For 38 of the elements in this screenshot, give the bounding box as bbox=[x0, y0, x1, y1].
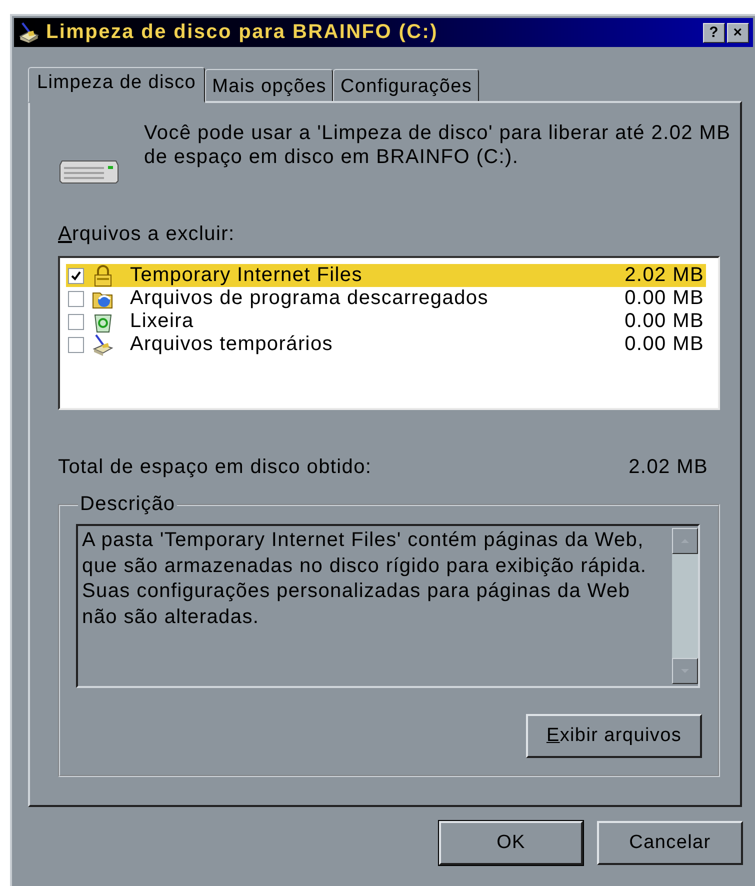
help-button[interactable]: ? bbox=[703, 22, 725, 42]
file-name: Arquivos de programa descarregados bbox=[130, 287, 490, 310]
file-size: 2.02 MB bbox=[624, 264, 705, 287]
scrollbar[interactable] bbox=[672, 528, 698, 684]
file-name: Arquivos temporários bbox=[130, 333, 334, 356]
file-row[interactable]: Arquivos temporários 0.00 MB bbox=[66, 333, 706, 356]
file-row[interactable]: Lixeira 0.00 MB bbox=[66, 310, 706, 333]
cancel-button[interactable]: Cancelar bbox=[597, 821, 743, 865]
broom-drive-icon bbox=[18, 22, 40, 44]
file-name: Temporary Internet Files bbox=[130, 264, 364, 287]
summary-text: Você pode usar a 'Limpeza de disco' para liberar até 2.02 MB de espaço em disco em BRAINFO (C:). bbox=[144, 121, 732, 169]
file-row[interactable]: Temporary Internet Files 2.02 MB bbox=[66, 264, 706, 287]
total-value: 2.02 MB bbox=[628, 456, 708, 479]
window-title: Limpeza de disco para BRAINFO (C:) bbox=[46, 21, 439, 44]
total-label: Total de espaço em disco obtido: bbox=[58, 456, 372, 479]
drive-icon bbox=[58, 159, 120, 185]
checkbox[interactable] bbox=[68, 314, 84, 330]
tab[interactable]: Mais opções bbox=[205, 69, 334, 101]
file-size: 0.00 MB bbox=[624, 310, 705, 333]
file-size: 0.00 MB bbox=[624, 333, 705, 356]
checkbox[interactable] bbox=[68, 336, 84, 352]
scroll-down-button[interactable] bbox=[672, 658, 698, 684]
broom-drive-icon bbox=[92, 334, 114, 356]
group-title: Descrição bbox=[79, 493, 176, 516]
lock-icon bbox=[92, 264, 114, 286]
tab[interactable]: Configurações bbox=[333, 69, 480, 101]
checkbox[interactable] bbox=[68, 290, 84, 306]
scroll-up-button[interactable] bbox=[672, 528, 698, 554]
file-row[interactable]: Arquivos de programa descarregados 0.00 MB bbox=[66, 287, 706, 310]
description-text: A pasta 'Temporary Internet Files' contém páginas da Web, que são armazenadas no disco rígido para exibição rápida. Suas configurações personalizadas para páginas da Web não são alteradas. bbox=[81, 528, 648, 630]
file-name: Lixeira bbox=[130, 310, 195, 333]
checkbox[interactable] bbox=[68, 268, 84, 284]
files-label: Arquivos a excluir: bbox=[58, 223, 236, 246]
ok-button[interactable]: OK bbox=[439, 821, 583, 865]
tab[interactable]: Limpeza de disco bbox=[28, 67, 206, 103]
view-files-button[interactable]: Exibir arquivos bbox=[526, 714, 702, 758]
close-button[interactable]: × bbox=[727, 22, 749, 42]
file-size: 0.00 MB bbox=[624, 287, 705, 310]
